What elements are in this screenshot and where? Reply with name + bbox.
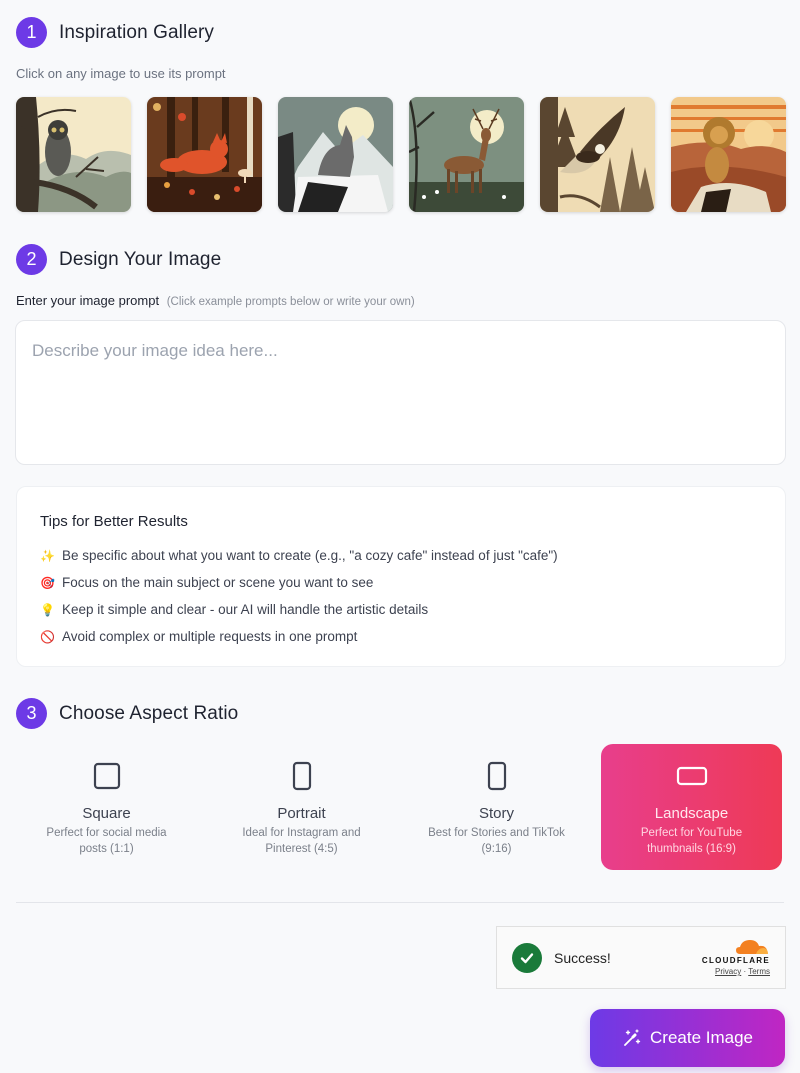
landscape-shape-icon — [676, 762, 708, 790]
section-divider — [16, 902, 784, 903]
prompt-label: Enter your image prompt (Click example p… — [16, 293, 415, 308]
owl-image — [16, 97, 131, 212]
aspect-option-desc: Perfect for social media posts (1:1) — [46, 827, 167, 855]
aspect-ratio-options: Square Perfect for social media posts (1… — [16, 744, 782, 870]
tip-text: Avoid complex or multiple requests in on… — [62, 629, 358, 644]
tip-item: 💡 Keep it simple and clear - our AI will… — [40, 596, 762, 623]
gallery-subtitle: Click on any image to use its prompt — [16, 66, 226, 81]
tip-item: ✨ Be specific about what you want to cre… — [40, 542, 762, 569]
prohibited-icon: 🚫 — [40, 629, 55, 644]
prompt-input[interactable] — [15, 320, 786, 465]
sparkles-icon: ✨ — [40, 548, 55, 563]
section-title: Choose Aspect Ratio — [59, 702, 239, 724]
success-check-icon — [512, 942, 542, 973]
cloudflare-branding: CLOUDFLARE Privacy · Terms — [702, 937, 770, 976]
gallery-image-eagle[interactable] — [540, 97, 655, 212]
magic-wand-icon — [624, 1029, 641, 1046]
tips-title: Tips for Better Results — [40, 513, 188, 530]
portrait-shape-icon — [292, 761, 312, 791]
inspiration-gallery — [16, 97, 786, 212]
gallery-image-wolf[interactable] — [278, 97, 393, 212]
cloudflare-cloud-icon — [736, 940, 768, 954]
eagle-image — [540, 97, 655, 212]
step-badge: 2 — [16, 244, 47, 275]
aspect-option-name: Landscape — [654, 805, 729, 822]
aspect-option-name: Square — [82, 805, 131, 822]
step-badge: 1 — [16, 17, 47, 48]
deer-image — [409, 97, 524, 212]
square-shape-icon — [93, 762, 121, 790]
aspect-option-desc: Best for Stories and TikTok (9:16) — [428, 827, 565, 855]
lightbulb-icon: 💡 — [40, 602, 55, 617]
tips-card: Tips for Better Results ✨ Be specific ab… — [16, 486, 786, 667]
prompt-label-text: Enter your image prompt — [16, 293, 160, 308]
aspect-option-desc: Ideal for Instagram and Pinterest (4:5) — [242, 827, 361, 855]
aspect-option-desc: Perfect for YouTube thumbnails (16:9) — [640, 827, 743, 855]
target-icon: 🎯 — [40, 575, 55, 590]
tip-item: 🚫 Avoid complex or multiple requests in … — [40, 623, 762, 650]
captcha-widget[interactable]: Success! CLOUDFLARE Privacy · Terms — [496, 926, 786, 989]
wolf-image — [278, 97, 393, 212]
tip-text: Be specific about what you want to creat… — [62, 548, 558, 563]
section-header-aspect: 3 Choose Aspect Ratio — [16, 698, 238, 729]
step-badge: 3 — [16, 698, 47, 729]
privacy-link[interactable]: Privacy — [715, 967, 741, 976]
aspect-option-name: Story — [478, 805, 514, 822]
section-title: Inspiration Gallery — [59, 21, 215, 43]
gallery-image-owl[interactable] — [16, 97, 131, 212]
section-header-design: 2 Design Your Image — [16, 244, 221, 275]
gallery-image-fox[interactable] — [147, 97, 262, 212]
story-shape-icon — [487, 761, 507, 791]
section-header-gallery: 1 Inspiration Gallery — [16, 17, 214, 48]
gallery-image-lion[interactable] — [671, 97, 786, 212]
aspect-option-story[interactable]: Story Best for Stories and TikTok (9:16) — [406, 744, 587, 870]
link-separator: · — [743, 967, 747, 976]
aspect-option-square[interactable]: Square Perfect for social media posts (1… — [16, 744, 197, 870]
create-image-label: Create Image — [650, 1028, 753, 1047]
cloudflare-logo-text: CLOUDFLARE — [701, 956, 770, 965]
aspect-option-name: Portrait — [277, 805, 326, 822]
prompt-hint: (Click example prompts below or write yo… — [166, 296, 415, 308]
aspect-option-portrait[interactable]: Portrait Ideal for Instagram and Pintere… — [211, 744, 392, 870]
aspect-option-landscape[interactable]: Landscape Perfect for YouTube thumbnails… — [601, 744, 782, 870]
lion-image — [671, 97, 786, 212]
create-image-button[interactable]: Create Image — [590, 1009, 785, 1067]
tip-text: Focus on the main subject or scene you w… — [62, 575, 374, 590]
tip-text: Keep it simple and clear - our AI will h… — [62, 602, 429, 617]
gallery-image-deer[interactable] — [409, 97, 524, 212]
terms-link[interactable]: Terms — [748, 967, 770, 976]
tip-item: 🎯 Focus on the main subject or scene you… — [40, 569, 762, 596]
captcha-status: Success! — [554, 949, 611, 966]
fox-image — [147, 97, 262, 212]
cloudflare-links: Privacy · Terms — [715, 967, 770, 976]
section-title: Design Your Image — [59, 248, 222, 270]
